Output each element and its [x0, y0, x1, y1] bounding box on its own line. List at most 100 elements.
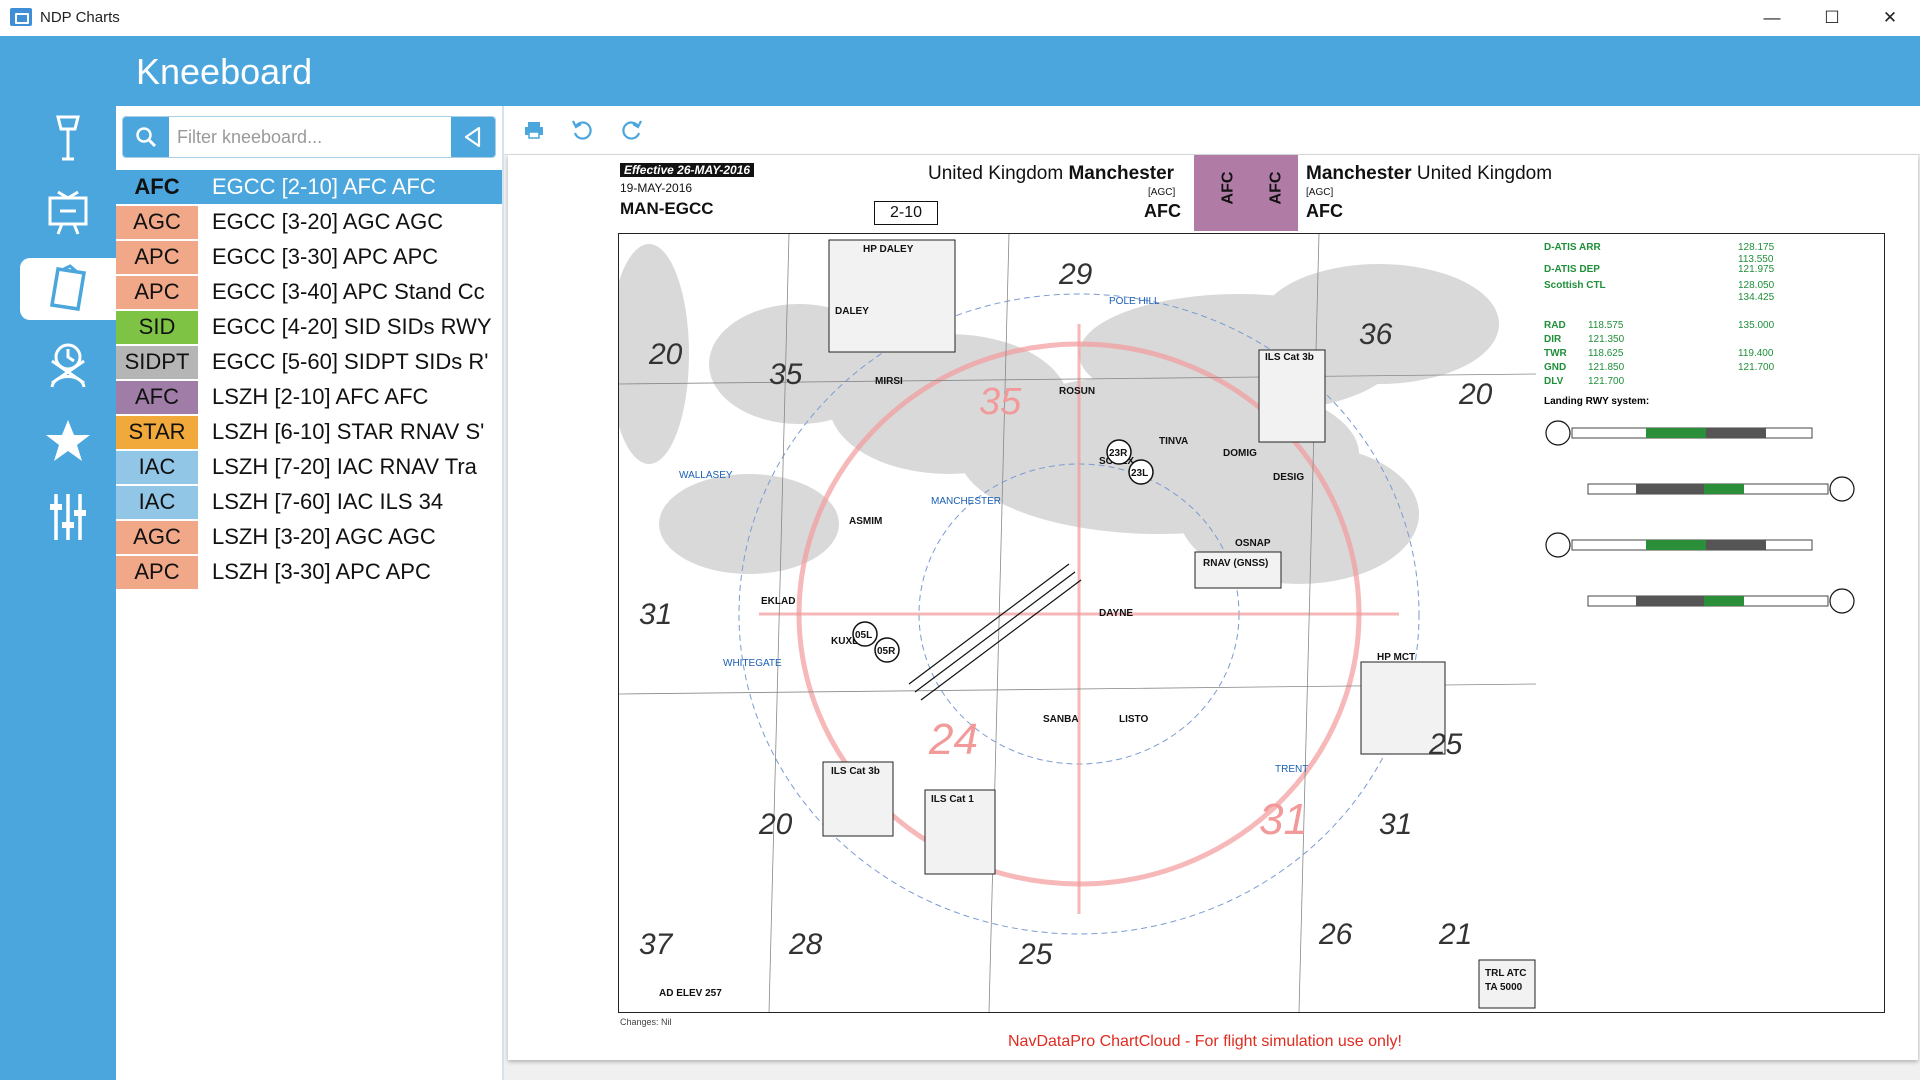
- app-icon: [10, 8, 32, 26]
- svg-text:ILS Cat 1: ILS Cat 1: [931, 794, 974, 805]
- type-left: AFC: [1144, 201, 1181, 221]
- city-left: Manchester: [1068, 163, 1175, 184]
- kneeboard-item[interactable]: APC LSZH [3-30] APC APC: [116, 555, 502, 590]
- pilot-icon: [50, 343, 86, 388]
- chart-name-label: LSZH [2-10] AFC AFC: [212, 384, 429, 409]
- rotate-right-button[interactable]: [618, 116, 646, 144]
- minimize-button[interactable]: —: [1744, 2, 1800, 34]
- frequency-value-secondary: 121.700: [1738, 362, 1775, 373]
- sidebar-item-aircraft[interactable]: [20, 334, 116, 396]
- window-titlebar: NDP Charts — ☐ ✕: [0, 0, 1920, 37]
- svg-text:EKLAD: EKLAD: [761, 596, 795, 607]
- kneeboard-item[interactable]: AGC EGCC [3-20] AGC AGC: [116, 205, 502, 240]
- kneeboard-item[interactable]: SIDPT EGCC [5-60] SIDPT SIDs R': [116, 345, 502, 380]
- frequency-value: 128.175: [1738, 242, 1775, 253]
- map-drawing: 20 35 29 36 20 24 31 31 20 31 25 26 21 3…: [619, 234, 1537, 1012]
- changes-note: Changes: Nil: [620, 1017, 672, 1027]
- chart-type-label: IAC: [116, 450, 198, 484]
- kneeboard-item[interactable]: IAC LSZH [7-60] IAC ILS 34: [116, 485, 502, 520]
- frequency-name: Scottish CTL: [1544, 280, 1606, 291]
- chart-type-label: SID: [116, 310, 198, 344]
- frequency-value: 121.700: [1588, 376, 1625, 387]
- collapse-button[interactable]: [451, 117, 495, 157]
- triangle-left-icon: [464, 126, 481, 148]
- svg-text:SANBA: SANBA: [1043, 714, 1079, 725]
- board-icon: [48, 190, 88, 235]
- svg-text:28: 28: [788, 928, 823, 961]
- svg-text:25: 25: [1428, 728, 1463, 761]
- frequency-value: 121.350: [1588, 334, 1625, 345]
- kneeboard-item[interactable]: AFC EGCC [2-10] AFC AFC: [116, 170, 502, 205]
- svg-text:21: 21: [1438, 918, 1472, 951]
- svg-text:RNAV (GNSS): RNAV (GNSS): [1203, 558, 1268, 569]
- badge-text-1: AFC: [1219, 171, 1237, 205]
- chart-name-label: LSZH [7-60] IAC ILS 34: [212, 489, 444, 514]
- print-button[interactable]: [520, 116, 548, 144]
- svg-text:TRL ATC: TRL ATC: [1485, 968, 1526, 979]
- svg-text:35: 35: [769, 358, 803, 391]
- chart-type-label: AFC: [116, 380, 198, 414]
- frequency-value: 118.625: [1588, 348, 1624, 359]
- kneeboard-item[interactable]: STAR LSZH [6-10] STAR RNAV S': [116, 415, 502, 450]
- frequency-name: DLV: [1544, 376, 1564, 387]
- svg-text:OSNAP: OSNAP: [1235, 538, 1271, 549]
- frequency-name: DIR: [1544, 334, 1562, 345]
- sidebar-item-airport[interactable]: [20, 106, 116, 168]
- frequency-value: 128.050: [1738, 280, 1775, 291]
- svg-text:TA 5000: TA 5000: [1485, 982, 1523, 993]
- svg-text:DAYNE: DAYNE: [1099, 608, 1133, 619]
- sidebar-item-kneeboard[interactable]: [20, 258, 116, 320]
- chart-toolbar: [504, 106, 1920, 155]
- kneeboard-item[interactable]: AGC LSZH [3-20] AGC AGC: [116, 520, 502, 555]
- search-input[interactable]: [175, 117, 449, 157]
- country-left: United Kingdom: [928, 163, 1064, 184]
- svg-text:MIRSI: MIRSI: [875, 376, 903, 387]
- country-right: United Kingdom: [1416, 163, 1553, 184]
- chart-page: Effective 26-MAY-2016 19-MAY-2016 MAN-EG…: [508, 155, 1918, 1060]
- sidebar: [0, 106, 116, 1080]
- search-button[interactable]: [123, 117, 169, 157]
- chart-name-label: LSZH [3-20] AGC AGC: [212, 524, 436, 549]
- chart-name-label: EGCC [3-20] AGC AGC: [212, 209, 444, 234]
- kneeboard-item[interactable]: AFC LSZH [2-10] AFC AFC: [116, 380, 502, 415]
- chart-viewer[interactable]: Effective 26-MAY-2016 19-MAY-2016 MAN-EG…: [504, 155, 1920, 1080]
- svg-text:24: 24: [928, 715, 978, 764]
- window-title: NDP Charts: [40, 9, 120, 26]
- aerodrome-map: 20 35 29 36 20 24 31 31 20 31 25 26 21 3…: [618, 233, 1538, 1013]
- close-button[interactable]: ✕: [1862, 2, 1918, 34]
- chart-name-label: EGCC [4-20] SID SIDs RWY: [212, 314, 492, 339]
- frequency-value: 121.975: [1738, 264, 1775, 275]
- sidebar-item-settings[interactable]: [20, 486, 116, 548]
- kneeboard-item[interactable]: SID EGCC [4-20] SID SIDs RWY: [116, 310, 502, 345]
- kneeboard-item[interactable]: APC EGCC [3-40] APC Stand Cc: [116, 275, 502, 310]
- city-right: Manchester: [1306, 163, 1412, 184]
- svg-text:ILS Cat 3b: ILS Cat 3b: [831, 766, 880, 777]
- frequency-value-secondary: 135.000: [1738, 320, 1775, 331]
- app-header: Kneeboard: [0, 36, 1920, 106]
- star-icon: [46, 420, 90, 461]
- chart-type-label: SIDPT: [116, 345, 198, 379]
- svg-text:05R: 05R: [877, 646, 896, 657]
- svg-text:35: 35: [979, 381, 1022, 423]
- print-icon: [525, 122, 543, 139]
- svg-text:DESIG: DESIG: [1273, 472, 1304, 483]
- frequency-value: 121.850: [1588, 362, 1625, 373]
- chart-name-label: LSZH [6-10] STAR RNAV S': [212, 419, 485, 444]
- kneeboard-item[interactable]: IAC LSZH [7-20] IAC RNAV Tra: [116, 450, 502, 485]
- frequency-name: D-ATIS DEP: [1544, 264, 1600, 275]
- rotate-left-button[interactable]: [568, 116, 596, 144]
- frequency-name: D-ATIS ARR: [1544, 242, 1601, 253]
- svg-text:ASMIM: ASMIM: [849, 516, 882, 527]
- sidebar-item-favorites[interactable]: [20, 410, 116, 472]
- sidebar-item-route[interactable]: [20, 180, 116, 242]
- kneeboard-item[interactable]: APC EGCC [3-30] APC APC: [116, 240, 502, 275]
- kneeboard-panel: AFC EGCC [2-10] AFC AFC AGC EGCC [3-20] AGC…: [116, 106, 504, 1080]
- svg-text:05L: 05L: [855, 630, 872, 641]
- frequencies-panel: Landing RWY system: D-ATIS ARR 128.175 1…: [1536, 233, 1885, 1013]
- maximize-button[interactable]: ☐: [1804, 2, 1860, 34]
- svg-text:ROSUN: ROSUN: [1059, 386, 1095, 397]
- svg-text:31: 31: [1379, 808, 1412, 841]
- page-title: Kneeboard: [136, 51, 313, 92]
- landing-title: Landing RWY system:: [1544, 396, 1650, 407]
- chart-date: 19-MAY-2016: [620, 181, 693, 195]
